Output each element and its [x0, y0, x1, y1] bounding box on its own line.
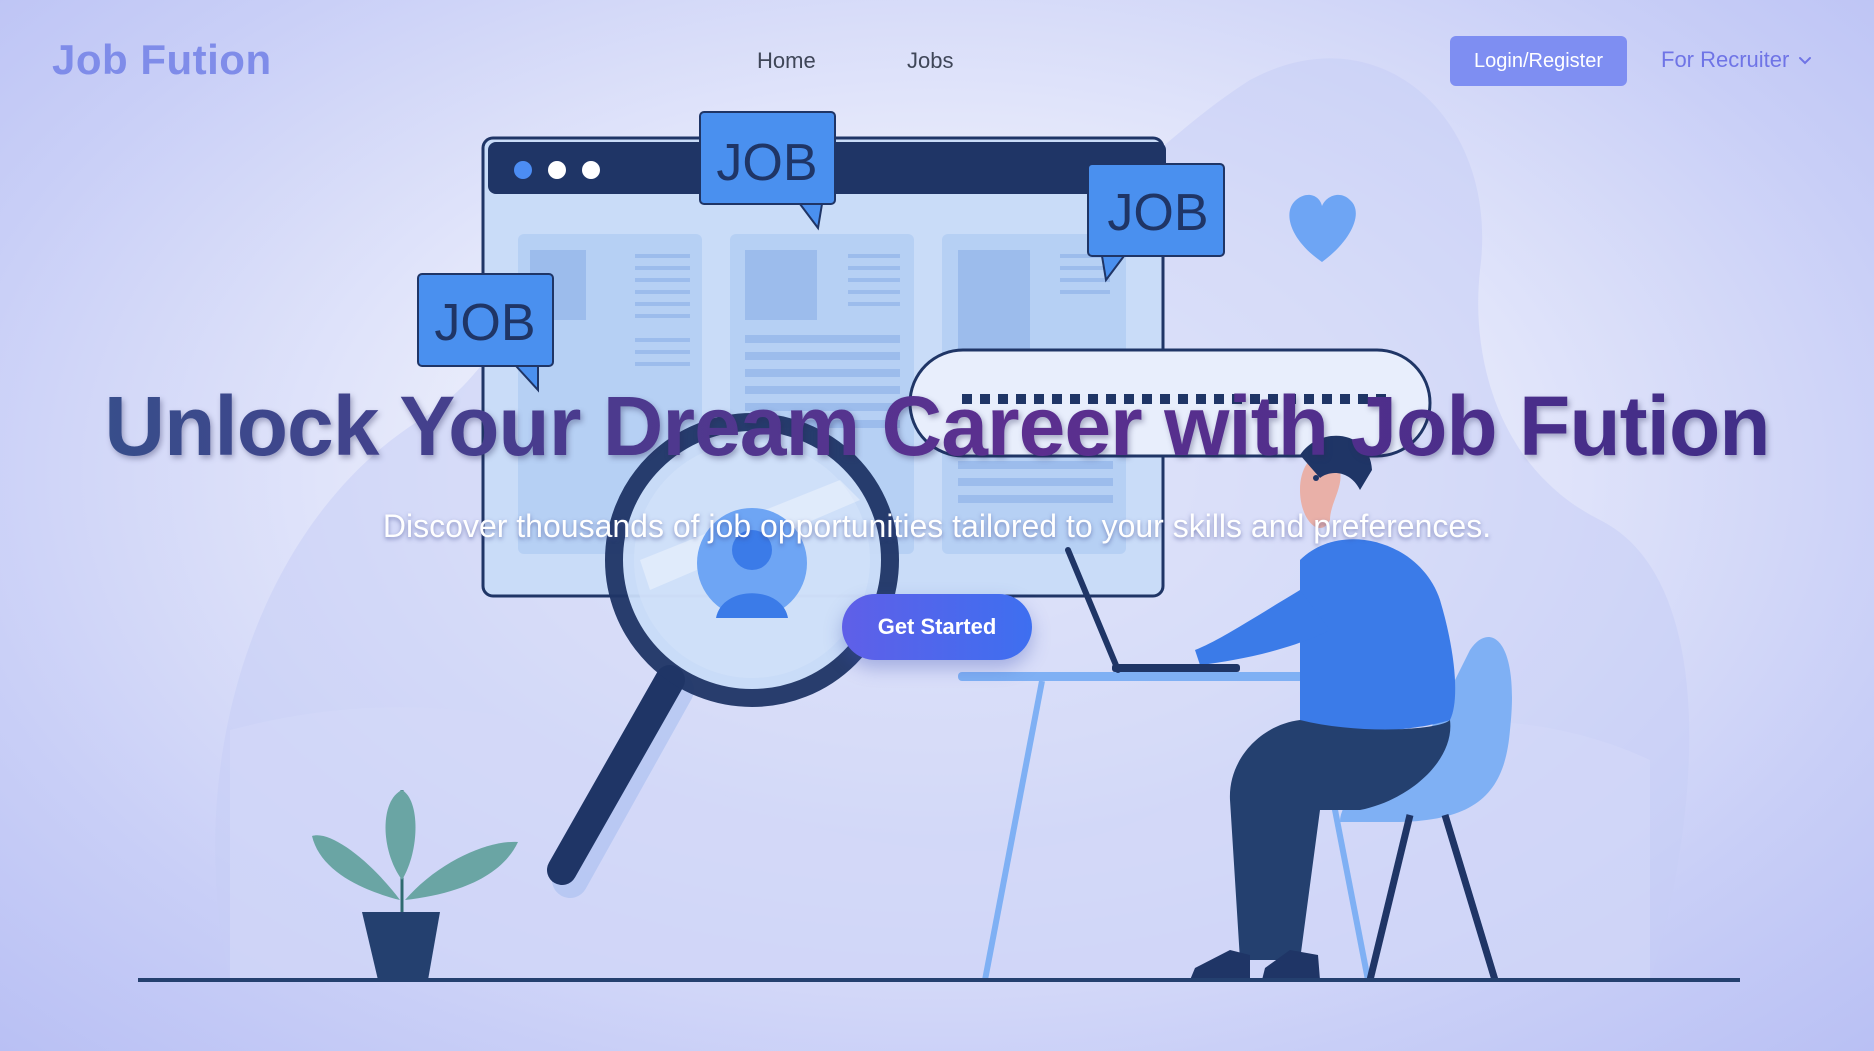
get-started-button[interactable]: Get Started [842, 594, 1032, 660]
hero-title: Unlock Your Dream Career with Job Fution [0, 378, 1874, 475]
for-recruiter-dropdown[interactable]: For Recruiter [1661, 47, 1813, 73]
nav-jobs-link[interactable]: Jobs [907, 48, 953, 74]
svg-text:JOB: JOB [1107, 184, 1208, 242]
nav-home-link[interactable]: Home [757, 48, 816, 74]
svg-text:JOB: JOB [434, 294, 535, 352]
hero-subtitle: Discover thousands of job opportunities … [382, 508, 1492, 544]
svg-text:JOB: JOB [716, 134, 817, 192]
for-recruiter-label: For Recruiter [1661, 47, 1790, 72]
login-register-button[interactable]: Login/Register [1450, 36, 1627, 86]
brand-logo[interactable]: Job Fution [52, 36, 272, 84]
navbar: Job Fution Home Jobs Login/Register For … [0, 0, 1874, 120]
chevron-down-icon [1799, 57, 1812, 65]
